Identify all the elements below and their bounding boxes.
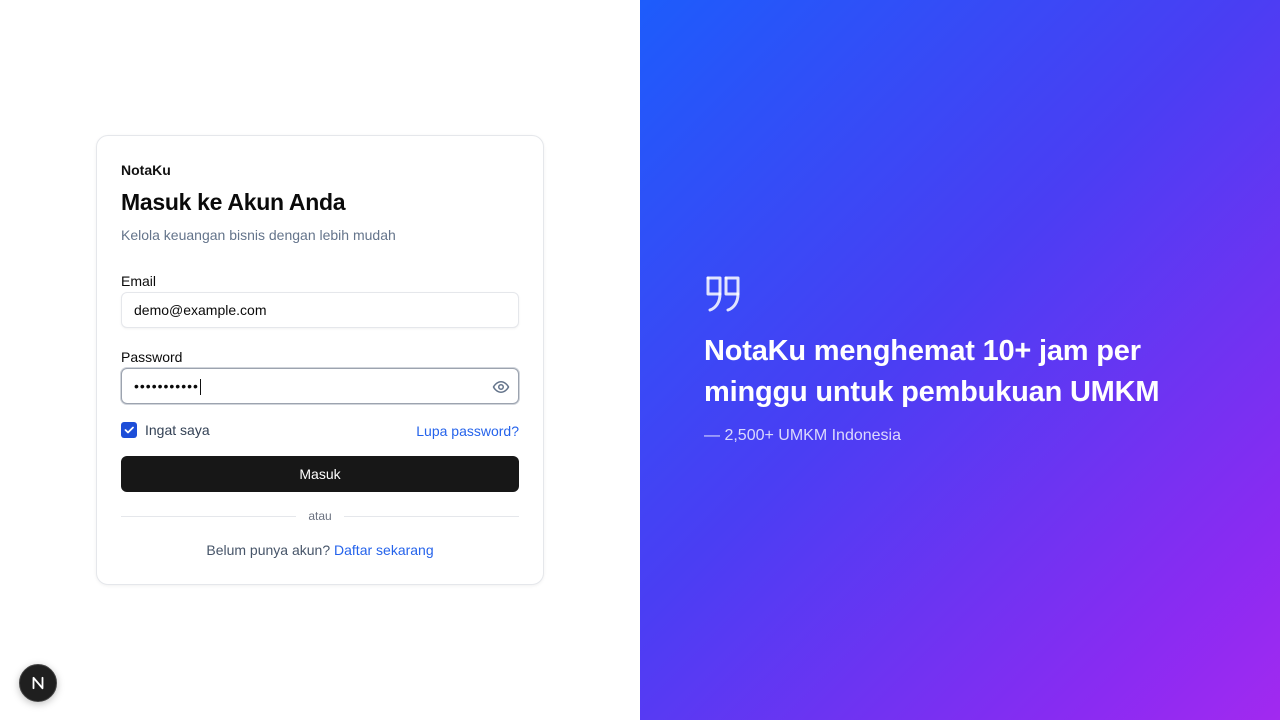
divider-text: atau [308, 509, 332, 523]
remember-label: Ingat saya [145, 422, 210, 438]
nextjs-logo-icon [32, 676, 44, 690]
remember-checkbox[interactable] [121, 422, 137, 438]
page-title: Masuk ke Akun Anda [121, 189, 346, 215]
email-field[interactable]: demo@example.com [121, 292, 519, 328]
testimonial-panel: NotaKu menghemat 10+ jam per minggu untu… [640, 0, 1280, 720]
divider: atau [121, 508, 520, 524]
password-value: ••••••••••• [134, 378, 199, 394]
quote-icon [706, 276, 740, 312]
testimonial-quote: NotaKu menghemat 10+ jam per minggu untu… [704, 335, 1160, 408]
login-card: NotaKu Masuk ke Akun Anda Kelola keuanga… [96, 135, 544, 585]
login-pane: NotaKu Masuk ke Akun Anda Kelola keuanga… [0, 0, 640, 720]
divider-line-right [343, 515, 520, 517]
check-icon [124, 426, 134, 434]
forgot-password-link[interactable]: Lupa password? [416, 423, 519, 439]
text-caret [199, 379, 201, 396]
signup-link[interactable]: Daftar sekarang [334, 542, 434, 558]
page-subtitle: Kelola keuangan bisnis dengan lebih muda… [121, 227, 396, 243]
nextjs-dev-badge[interactable] [19, 664, 57, 702]
login-button[interactable]: Masuk [121, 456, 519, 492]
brand-name: NotaKu [121, 162, 171, 178]
email-label: Email [121, 273, 157, 289]
signup-row: Belum punya akun? Daftar sekarang [97, 542, 543, 558]
divider-line-left [121, 515, 297, 517]
testimonial-attribution: — 2,500+ UMKM Indonesia [704, 427, 901, 444]
password-field[interactable]: ••••••••••• [121, 368, 519, 404]
password-label: Password [121, 349, 183, 365]
remember-me[interactable]: Ingat saya [121, 422, 210, 438]
signup-prompt: Belum punya akun? [206, 542, 331, 558]
eye-icon[interactable] [492, 378, 510, 396]
